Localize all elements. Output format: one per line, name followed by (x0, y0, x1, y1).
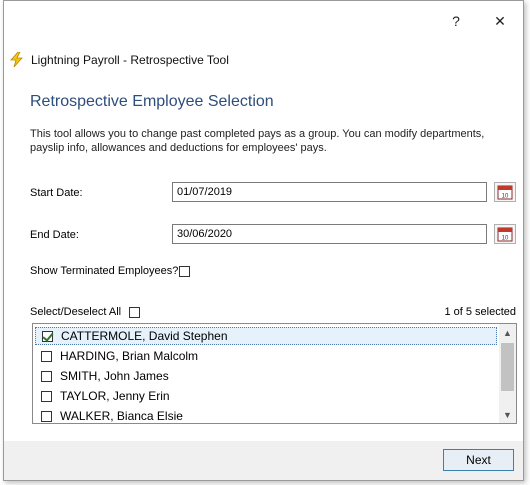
end-date-calendar-button[interactable]: 10 (494, 224, 516, 244)
employee-name: WALKER, Bianca Elsie (60, 409, 183, 423)
employee-list-item[interactable]: HARDING, Brian Malcolm (35, 347, 497, 365)
lightning-bolt-icon (10, 52, 23, 67)
svg-text:10: 10 (502, 236, 509, 242)
close-button[interactable]: ✕ (487, 10, 513, 32)
scroll-thumb[interactable] (501, 343, 514, 391)
svg-text:10: 10 (502, 194, 509, 200)
employee-checkbox[interactable] (41, 390, 52, 402)
show-terminated-label: Show Terminated Employees? (30, 265, 179, 277)
employee-checkbox[interactable] (41, 370, 52, 382)
start-date-label: Start Date: (30, 187, 83, 199)
dialog-window: ? ✕ Lightning Payroll - Retrospective To… (3, 0, 524, 481)
page-title: Retrospective Employee Selection (30, 93, 274, 110)
employee-name: SMITH, John James (60, 369, 169, 383)
employee-list[interactable]: CATTERMOLE, David Stephen HARDING, Brian … (32, 323, 517, 424)
end-date-label: End Date: (30, 229, 79, 241)
employee-list-item[interactable]: TAYLOR, Jenny Erin (35, 387, 497, 405)
employee-checkbox[interactable] (41, 350, 52, 362)
dialog-footer: Next (4, 441, 523, 480)
list-scrollbar[interactable]: ▲ ▼ (499, 324, 516, 423)
select-all-checkbox[interactable] (129, 306, 141, 318)
scroll-up-arrow[interactable]: ▲ (499, 325, 516, 341)
selection-count: 1 of 5 selected (444, 306, 516, 318)
end-date-field[interactable]: 30/06/2020 (172, 224, 487, 244)
employee-name: CATTERMOLE, David Stephen (61, 329, 228, 343)
help-button[interactable]: ? (443, 10, 469, 32)
employee-list-item[interactable]: CATTERMOLE, David Stephen (35, 327, 497, 345)
employee-name: HARDING, Brian Malcolm (60, 349, 199, 363)
show-terminated-row: Show Terminated Employees? (30, 265, 191, 277)
start-date-field[interactable]: 01/07/2019 (172, 182, 487, 202)
select-all-row: Select/Deselect All (30, 306, 141, 318)
description-text: This tool allows you to change past comp… (30, 128, 485, 154)
calendar-icon: 10 (497, 227, 513, 242)
employee-list-item[interactable]: WALKER, Bianca Elsie (35, 407, 497, 425)
employee-list-item[interactable]: SMITH, John James (35, 367, 497, 385)
calendar-icon: 10 (497, 185, 513, 200)
start-date-calendar-button[interactable]: 10 (494, 182, 516, 202)
app-title: Lightning Payroll - Retrospective Tool (31, 52, 229, 67)
employee-checkbox[interactable] (41, 410, 52, 422)
next-button[interactable]: Next (443, 449, 514, 471)
app-title-bar: Lightning Payroll - Retrospective Tool (10, 52, 229, 67)
show-terminated-checkbox[interactable] (179, 265, 191, 277)
employee-checkbox[interactable] (42, 330, 53, 342)
select-all-label: Select/Deselect All (30, 306, 122, 318)
scroll-down-arrow[interactable]: ▼ (499, 407, 516, 423)
employee-name: TAYLOR, Jenny Erin (60, 389, 170, 403)
